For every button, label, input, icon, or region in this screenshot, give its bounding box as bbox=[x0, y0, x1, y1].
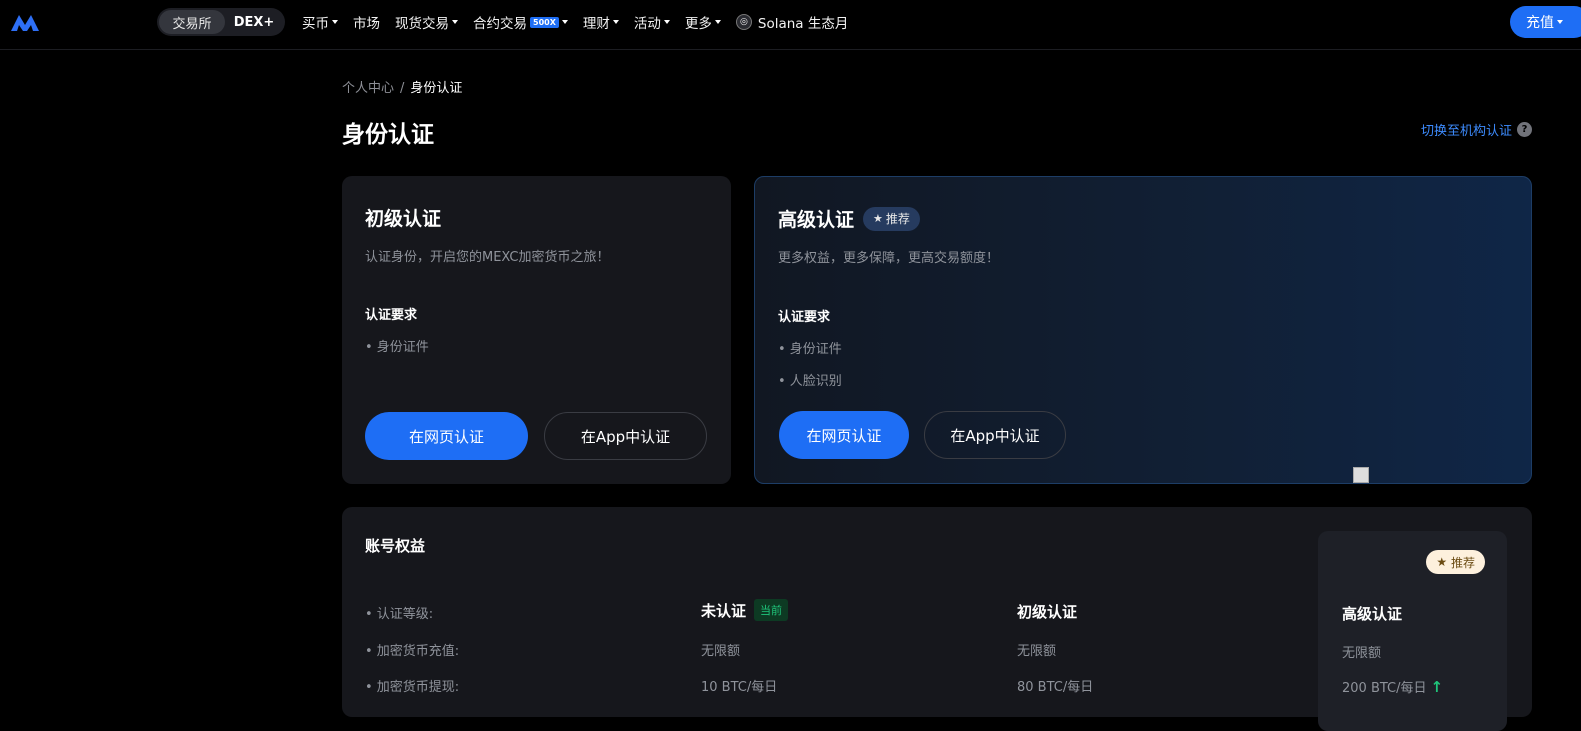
switch-exchange[interactable]: 交易所 bbox=[159, 10, 225, 34]
help-icon[interactable]: ? bbox=[1517, 122, 1532, 137]
chevron-down-icon bbox=[332, 20, 338, 24]
unverified-withdraw: 10 BTC/每日 bbox=[701, 680, 778, 695]
menu-futures[interactable]: 合约交易 500X bbox=[473, 12, 568, 32]
deposit-button[interactable]: 充值 bbox=[1510, 6, 1581, 38]
chevron-down-icon bbox=[612, 20, 619, 24]
menu-markets[interactable]: 市场 bbox=[353, 12, 380, 32]
advanced-deposit: 无限额 bbox=[1342, 646, 1382, 661]
advanced-web-verify-button[interactable]: 在网页认证 bbox=[779, 411, 909, 459]
basic-card-desc: 认证身份，开启您的MEXC加密货币之旅！ bbox=[365, 250, 610, 265]
basic-verification-card: 初级认证 认证身份，开启您的MEXC加密货币之旅！ 认证要求 • 身份证件 在网… bbox=[342, 176, 731, 484]
current-badge: 当前 bbox=[754, 599, 789, 621]
benefit-label-withdraw: • 加密货币提现: bbox=[365, 680, 460, 695]
account-benefits-panel: 账号权益 • 认证等级: • 加密货币充值: • 加密货币提现: 未认证 当前 … bbox=[342, 507, 1532, 731]
menu-buy-crypto[interactable]: 买币 bbox=[302, 12, 338, 32]
arrow-up-icon: ↑ bbox=[1430, 678, 1444, 696]
switch-institution-link[interactable]: 切换至机构认证 ? bbox=[1421, 120, 1532, 139]
mexc-logo-icon[interactable] bbox=[9, 11, 41, 33]
basic-req-title: 认证要求 bbox=[365, 308, 418, 323]
unverified-head: 未认证 当前 bbox=[701, 599, 789, 621]
menu-more[interactable]: 更多 bbox=[685, 12, 721, 32]
chevron-down-icon bbox=[561, 20, 568, 24]
chevron-down-icon bbox=[663, 20, 670, 24]
basic-web-verify-button[interactable]: 在网页认证 bbox=[365, 412, 528, 460]
basic-app-verify-button[interactable]: 在App中认证 bbox=[544, 412, 707, 460]
menu-solana[interactable]: ◎ Solana 生态月 bbox=[735, 12, 848, 32]
advanced-req-item-id: • 身份证件 bbox=[778, 342, 842, 357]
exchange-dex-switch: 交易所 DEX+ bbox=[157, 8, 285, 36]
top-nav: 交易所 DEX+ 买币 市场 现货交易 合约交易 500X 理财 活动 更多 ◎ … bbox=[0, 0, 1581, 50]
recommend-badge: ★ 推荐 bbox=[1426, 550, 1485, 574]
advanced-head: 高级认证 bbox=[1342, 605, 1403, 623]
chevron-down-icon bbox=[452, 20, 458, 24]
basic-req-item: • 身份证件 bbox=[365, 340, 429, 355]
breadcrumb-personal-center[interactable]: 个人中心 bbox=[342, 81, 394, 96]
advanced-withdraw: 200 BTC/每日 ↑ bbox=[1342, 678, 1444, 696]
page-title: 身份认证 bbox=[342, 122, 434, 148]
star-icon: ★ bbox=[873, 212, 883, 225]
advanced-benefit-column: ★ 推荐 高级认证 无限额 200 BTC/每日 ↑ bbox=[1318, 531, 1507, 731]
menu-events[interactable]: 活动 bbox=[634, 12, 670, 32]
chevron-down-icon bbox=[1557, 20, 1563, 24]
recommend-badge: ★ 推荐 bbox=[863, 206, 920, 231]
broken-image-icon bbox=[1353, 467, 1369, 483]
basic-head: 初级认证 bbox=[1017, 603, 1078, 621]
basic-withdraw: 80 BTC/每日 bbox=[1017, 680, 1094, 695]
breadcrumb: 个人中心 / 身份认证 bbox=[342, 81, 463, 96]
basic-card-title: 初级认证 bbox=[365, 208, 442, 230]
advanced-card-desc: 更多权益，更多保障，更高交易额度！ bbox=[778, 251, 1000, 266]
leverage-badge: 500X bbox=[530, 16, 559, 28]
menu-earn[interactable]: 理财 bbox=[583, 12, 619, 32]
breadcrumb-current: 身份认证 bbox=[410, 81, 463, 96]
basic-deposit: 无限额 bbox=[1017, 644, 1057, 659]
unverified-deposit: 无限额 bbox=[701, 644, 741, 659]
advanced-card-title: 高级认证 ★ 推荐 bbox=[778, 205, 920, 232]
chevron-down-icon bbox=[714, 20, 721, 24]
benefit-label-deposit: • 加密货币充值: bbox=[365, 644, 460, 659]
advanced-req-item-face: • 人脸识别 bbox=[778, 374, 842, 389]
star-icon: ★ bbox=[1436, 555, 1451, 569]
advanced-verification-card: 高级认证 ★ 推荐 更多权益，更多保障，更高交易额度！ 认证要求 • 身份证件 •… bbox=[754, 176, 1532, 484]
menu-spot[interactable]: 现货交易 bbox=[395, 12, 458, 32]
switch-dex[interactable]: DEX+ bbox=[225, 10, 283, 34]
benefit-label-level: • 认证等级: bbox=[365, 607, 434, 622]
advanced-app-verify-button[interactable]: 在App中认证 bbox=[924, 411, 1066, 459]
main-menu: 买币 市场 现货交易 合约交易 500X 理财 活动 更多 ◎ Solana 生态… bbox=[302, 0, 863, 44]
solana-icon: ◎ bbox=[735, 14, 752, 30]
benefits-title: 账号权益 bbox=[365, 537, 426, 555]
advanced-req-title: 认证要求 bbox=[778, 310, 831, 325]
